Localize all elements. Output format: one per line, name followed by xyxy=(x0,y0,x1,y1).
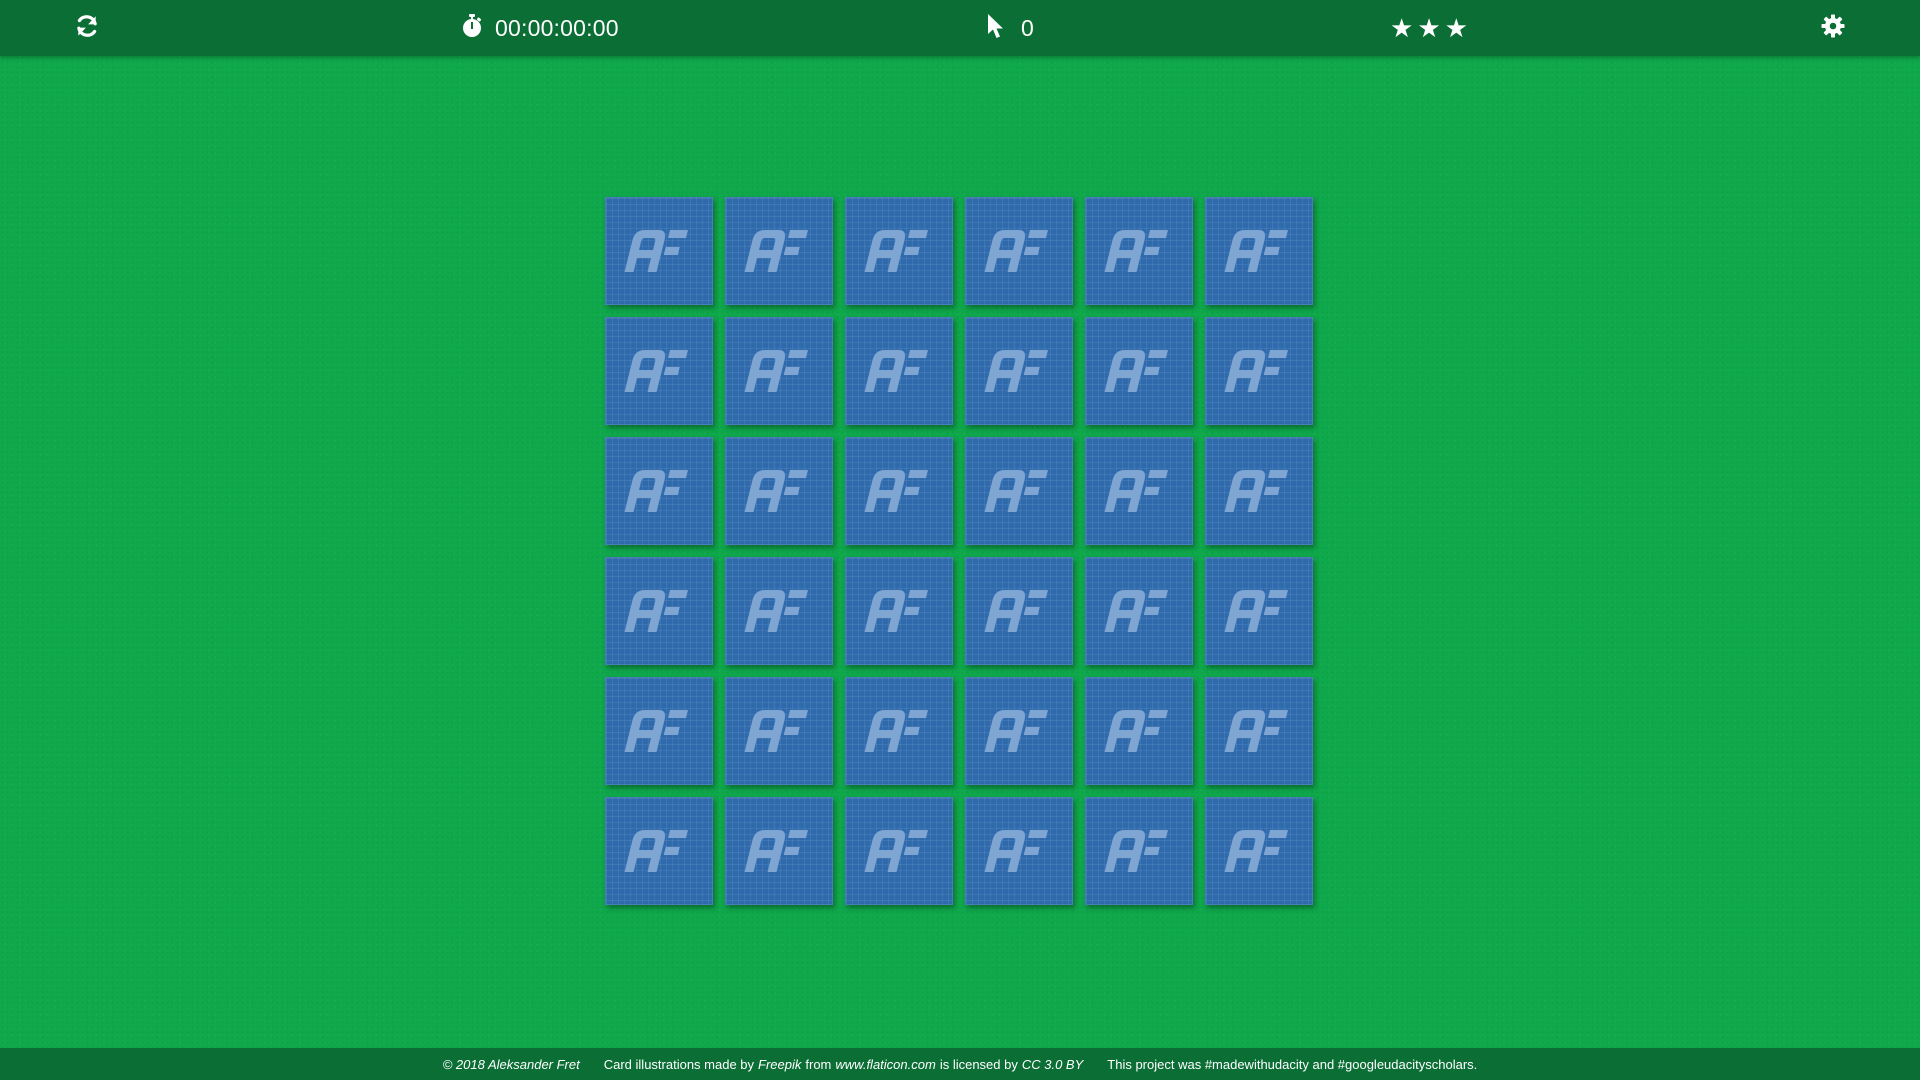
af-logo-icon xyxy=(984,470,1049,512)
af-logo-icon xyxy=(864,590,929,632)
af-logo-icon xyxy=(864,350,929,392)
af-logo-icon xyxy=(1224,470,1289,512)
memory-card[interactable] xyxy=(1205,797,1313,905)
af-logo-icon xyxy=(864,830,929,872)
af-logo-icon xyxy=(744,710,809,752)
memory-card[interactable] xyxy=(1205,437,1313,545)
memory-card[interactable] xyxy=(1205,197,1313,305)
memory-card[interactable] xyxy=(1085,317,1193,425)
top-bar: 00:00:00:00 0 ★ ★ ★ xyxy=(0,0,1920,56)
settings-button[interactable] xyxy=(1818,0,1848,56)
memory-card[interactable] xyxy=(1085,557,1193,665)
af-logo-icon xyxy=(624,230,689,272)
af-logo-icon xyxy=(744,470,809,512)
af-logo-icon xyxy=(984,710,1049,752)
moves-value: 0 xyxy=(1021,14,1034,41)
credits: Card illustrations made by Freepik from … xyxy=(604,1057,1084,1072)
memory-card[interactable] xyxy=(725,677,833,785)
af-logo-icon xyxy=(1104,830,1169,872)
credit-author-link[interactable]: Freepik xyxy=(758,1057,801,1072)
memory-card[interactable] xyxy=(725,557,833,665)
memory-card[interactable] xyxy=(725,197,833,305)
af-logo-icon xyxy=(744,830,809,872)
af-logo-icon xyxy=(864,470,929,512)
af-logo-icon xyxy=(864,710,929,752)
af-logo-icon xyxy=(624,830,689,872)
memory-card[interactable] xyxy=(845,197,953,305)
cursor-icon xyxy=(987,13,1005,44)
af-logo-icon xyxy=(1224,230,1289,272)
restart-button[interactable] xyxy=(70,0,104,56)
memory-card[interactable] xyxy=(1085,677,1193,785)
credit-site-link[interactable]: www.flaticon.com xyxy=(835,1057,935,1072)
star-icon: ★ xyxy=(1390,13,1414,43)
memory-card[interactable] xyxy=(725,437,833,545)
memory-card[interactable] xyxy=(965,677,1073,785)
af-logo-icon xyxy=(1104,350,1169,392)
af-logo-icon xyxy=(984,590,1049,632)
memory-card[interactable] xyxy=(965,197,1073,305)
memory-card[interactable] xyxy=(605,317,713,425)
memory-card[interactable] xyxy=(965,797,1073,905)
copyright-text: © 2018 Aleksander Fret xyxy=(442,1056,580,1072)
af-logo-icon xyxy=(744,350,809,392)
af-logo-icon xyxy=(984,230,1049,272)
gear-icon xyxy=(1821,14,1845,43)
memory-card[interactable] xyxy=(1085,197,1193,305)
af-logo-icon xyxy=(1224,590,1289,632)
memory-card[interactable] xyxy=(1205,677,1313,785)
af-logo-icon xyxy=(864,230,929,272)
memory-card[interactable] xyxy=(965,317,1073,425)
refresh-icon xyxy=(74,13,100,44)
af-logo-icon xyxy=(624,350,689,392)
af-logo-icon xyxy=(984,830,1049,872)
memory-card[interactable] xyxy=(1205,557,1313,665)
memory-card[interactable] xyxy=(845,677,953,785)
af-logo-icon xyxy=(1224,710,1289,752)
memory-card[interactable] xyxy=(965,557,1073,665)
moves-counter: 0 xyxy=(987,0,1034,56)
af-logo-icon xyxy=(624,470,689,512)
memory-card[interactable] xyxy=(845,437,953,545)
memory-card[interactable] xyxy=(605,677,713,785)
memory-card[interactable] xyxy=(605,557,713,665)
af-logo-icon xyxy=(1104,710,1169,752)
credit-prefix: Card illustrations made by xyxy=(603,1056,755,1072)
credit-license-link[interactable]: CC 3.0 BY xyxy=(1022,1057,1083,1072)
star-rating: ★ ★ ★ xyxy=(1390,0,1468,56)
credit-from: from xyxy=(805,1056,832,1072)
memory-card[interactable] xyxy=(605,197,713,305)
memory-card[interactable] xyxy=(845,797,953,905)
memory-card[interactable] xyxy=(725,797,833,905)
memory-card[interactable] xyxy=(845,317,953,425)
af-logo-icon xyxy=(744,590,809,632)
af-logo-icon xyxy=(1104,230,1169,272)
star-icon: ★ xyxy=(1417,13,1441,43)
memory-card[interactable] xyxy=(845,557,953,665)
project-note: This project was #madewithudacity and #g… xyxy=(1107,1056,1478,1072)
memory-card[interactable] xyxy=(725,317,833,425)
memory-card[interactable] xyxy=(605,797,713,905)
timer: 00:00:00:00 xyxy=(461,0,619,56)
card-board xyxy=(605,197,1317,909)
af-logo-icon xyxy=(984,350,1049,392)
memory-card[interactable] xyxy=(1205,317,1313,425)
stopwatch-icon xyxy=(461,13,483,43)
credit-license-text: is licensed by xyxy=(939,1056,1018,1072)
memory-card[interactable] xyxy=(1085,437,1193,545)
af-logo-icon xyxy=(1224,830,1289,872)
footer: © 2018 Aleksander Fret Card illustration… xyxy=(0,1048,1920,1080)
memory-card[interactable] xyxy=(605,437,713,545)
timer-value: 00:00:00:00 xyxy=(495,14,619,41)
af-logo-icon xyxy=(1104,470,1169,512)
memory-card[interactable] xyxy=(1085,797,1193,905)
af-logo-icon xyxy=(624,590,689,632)
memory-card[interactable] xyxy=(965,437,1073,545)
af-logo-icon xyxy=(1104,590,1169,632)
af-logo-icon xyxy=(1224,350,1289,392)
af-logo-icon xyxy=(624,710,689,752)
af-logo-icon xyxy=(744,230,809,272)
star-icon: ★ xyxy=(1444,13,1468,43)
